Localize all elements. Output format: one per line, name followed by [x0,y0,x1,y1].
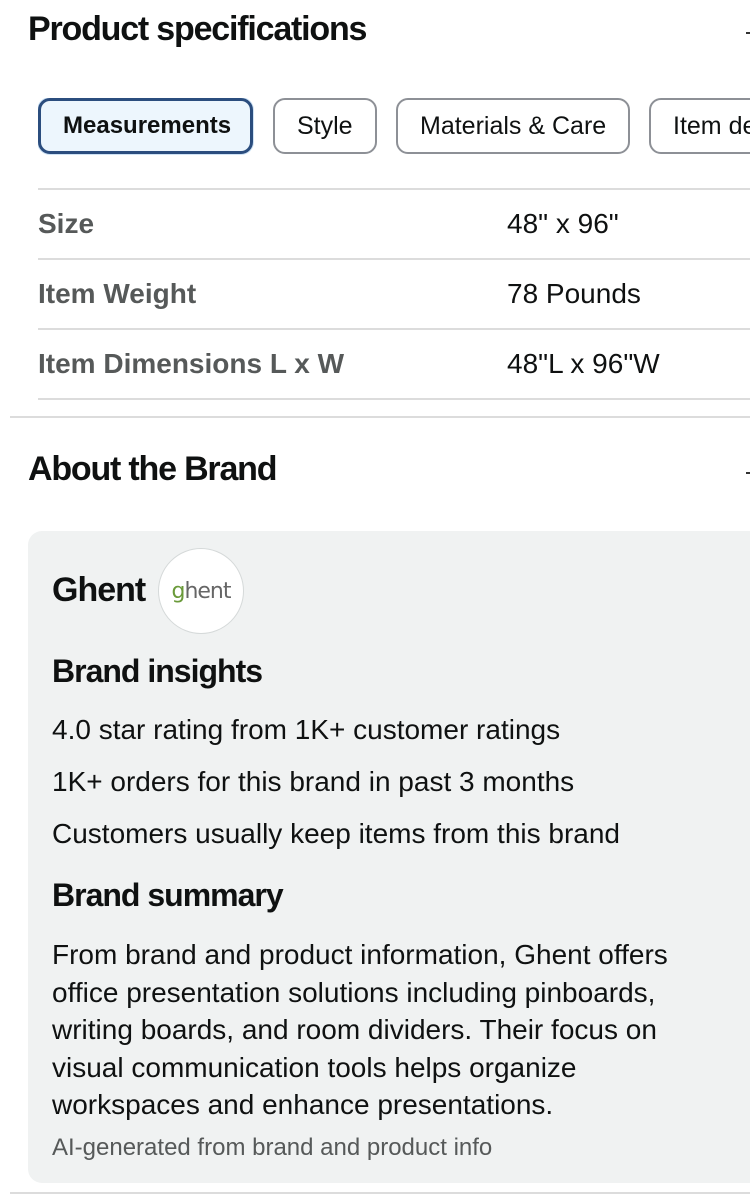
table-row: Size 48" x 96" [38,188,750,258]
product-specifications-header[interactable]: Product specifications [0,0,750,60]
section-title: About the Brand [28,450,278,488]
logo-rest: hent [184,578,231,604]
spec-tabs: Measurements Style Materials & Care Item… [38,98,750,158]
brand-logo-text: ghent [171,578,231,604]
insight-item: Customers usually keep items from this b… [52,818,620,849]
collapse-icon[interactable] [746,472,750,474]
brand-summary-text: From brand and product information, Ghen… [52,939,668,1120]
tab-item-details[interactable]: Item de [649,98,750,154]
spec-value: 78 Pounds [507,278,641,309]
spec-label: Item Weight [38,278,197,309]
tab-label: Style [297,111,353,140]
about-brand-header[interactable]: About the Brand [0,440,750,500]
section-divider [10,1192,750,1194]
spec-table: Size 48" x 96" Item Weight 78 Pounds Ite… [38,188,750,400]
brand-name[interactable]: Ghent [52,571,146,610]
brand-summary-heading: Brand summary [52,877,284,913]
brand-logo[interactable]: ghent [158,548,244,634]
section-title: Product specifications [28,10,367,48]
ai-generated-note: AI-generated from brand and product info [52,1134,493,1161]
insight-item: 4.0 star rating from 1K+ customer rating… [52,714,561,745]
spec-value: 48"L x 96"W [507,348,660,379]
brand-card: Ghent ghent Brand insights 4.0 star rati… [28,531,750,1183]
table-row: Item Weight 78 Pounds [38,258,750,328]
tab-label: Materials & Care [420,111,607,140]
table-row: Item Dimensions L x W 48"L x 96"W [38,328,750,400]
collapse-icon[interactable] [746,32,750,34]
spec-value: 48" x 96" [507,208,619,239]
tab-materials-care[interactable]: Materials & Care [396,98,630,154]
spec-label: Item Dimensions L x W [38,348,344,379]
tab-measurements[interactable]: Measurements [38,98,253,154]
tab-label: Measurements [63,112,232,139]
section-divider [10,416,750,418]
tab-style[interactable]: Style [273,98,377,154]
tab-label: Item de [673,111,750,140]
brand-insights-heading: Brand insights [52,653,263,689]
insight-item: 1K+ orders for this brand in past 3 mont… [52,766,575,797]
page: Product specifications Measurements Styl… [0,0,750,1200]
logo-letter: g [171,578,185,604]
spec-label: Size [38,208,95,239]
